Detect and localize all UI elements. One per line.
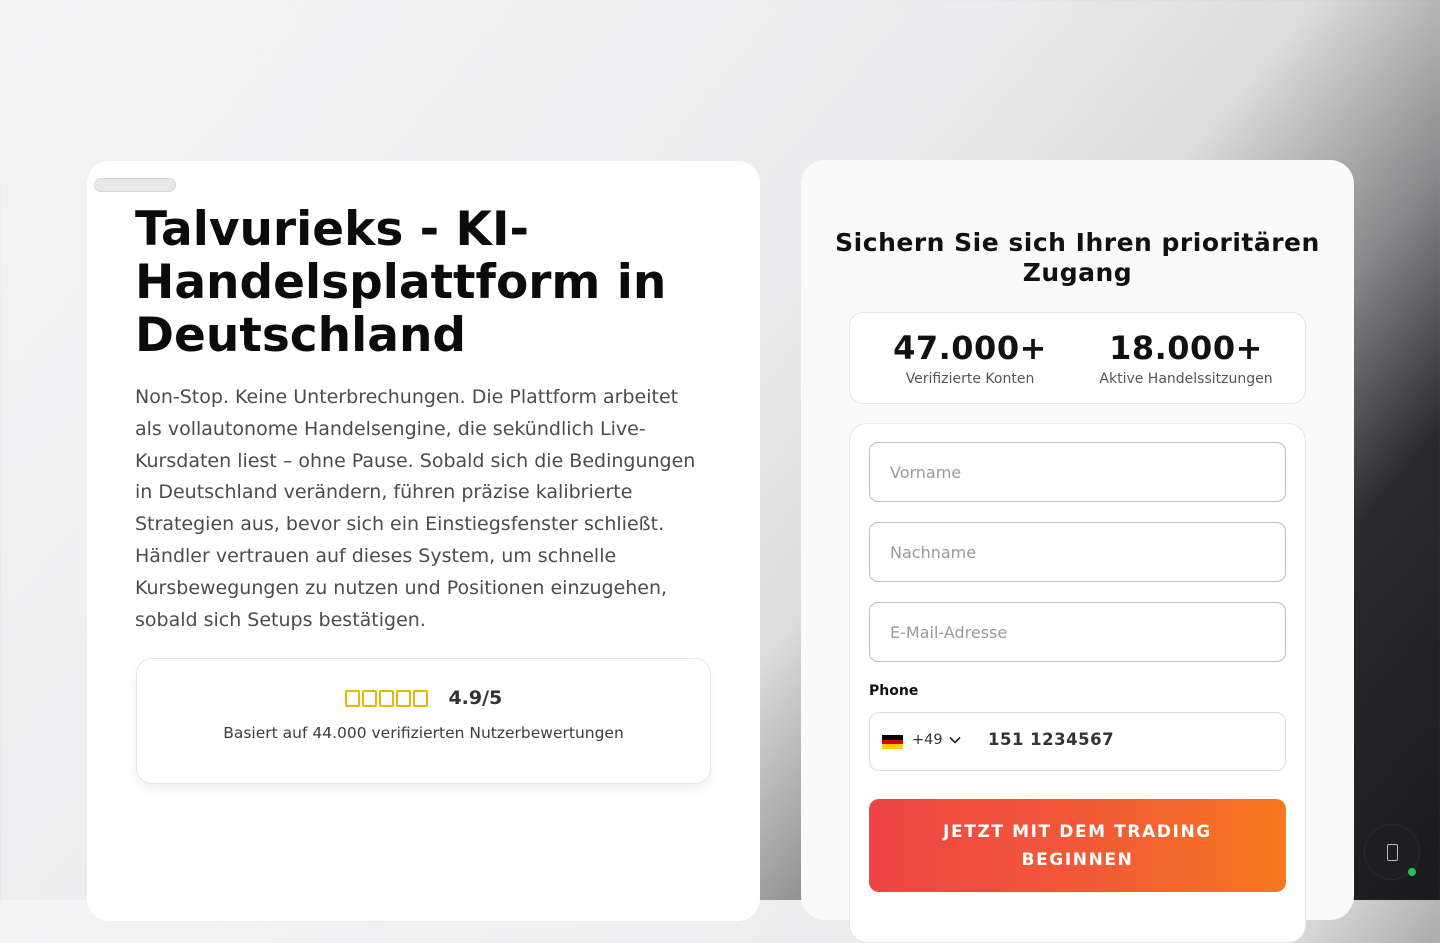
stats-box: 47.000+ Verifizierte Konten 18.000+ Akti…	[849, 312, 1306, 404]
rating-card: 4.9/5 Basiert auf 44.000 verifizierten N…	[136, 658, 711, 784]
last-name-field[interactable]	[869, 522, 1286, 582]
stat-label: Verifizierte Konten	[905, 371, 1035, 387]
stat-value: 47.000+	[893, 329, 1047, 367]
start-trading-button[interactable]: JETZT MIT DEM TRADING BEGINNEN	[869, 799, 1286, 892]
first-name-field[interactable]	[869, 442, 1286, 502]
phone-field[interactable]: +49 151 1234567	[869, 712, 1286, 771]
phone-input[interactable]: 151 1234567	[988, 730, 1114, 749]
hero-description: Non-Stop. Keine Unterbrechungen. Die Pla…	[135, 386, 696, 631]
country-code[interactable]: +49	[912, 732, 943, 748]
germany-flag-icon[interactable]	[882, 735, 903, 749]
online-status-dot	[1408, 868, 1416, 876]
stat-label: Aktive Handelssitzungen	[1099, 371, 1273, 387]
email-field[interactable]	[869, 602, 1286, 662]
star-icon	[361, 690, 377, 707]
star-icon	[344, 690, 360, 707]
star-icon	[412, 690, 428, 707]
page-title: Talvurieks - KI-Handelsplattform in Deut…	[135, 202, 667, 363]
rating-score: 4.9/5	[448, 687, 503, 709]
rating-subtitle: Basiert auf 44.000 verifizierten Nutzerb…	[223, 724, 624, 742]
stat-active-sessions: 18.000+ Aktive Handelssitzungen	[1081, 329, 1291, 387]
form-title: Sichern Sie sich Ihren prioritären Zugan…	[835, 228, 1320, 287]
star-icon	[395, 690, 411, 707]
star-rating-icons	[344, 688, 439, 709]
stat-verified-accounts: 47.000+ Verifizierte Konten	[865, 329, 1075, 387]
star-icon	[378, 690, 394, 707]
stat-value: 18.000+	[1109, 329, 1263, 367]
rating-line: 4.9/5	[137, 687, 710, 709]
chat-icon	[1386, 843, 1398, 861]
phone-label: Phone	[869, 683, 919, 699]
chevron-down-icon[interactable]	[948, 733, 962, 747]
card-handle	[94, 178, 176, 192]
